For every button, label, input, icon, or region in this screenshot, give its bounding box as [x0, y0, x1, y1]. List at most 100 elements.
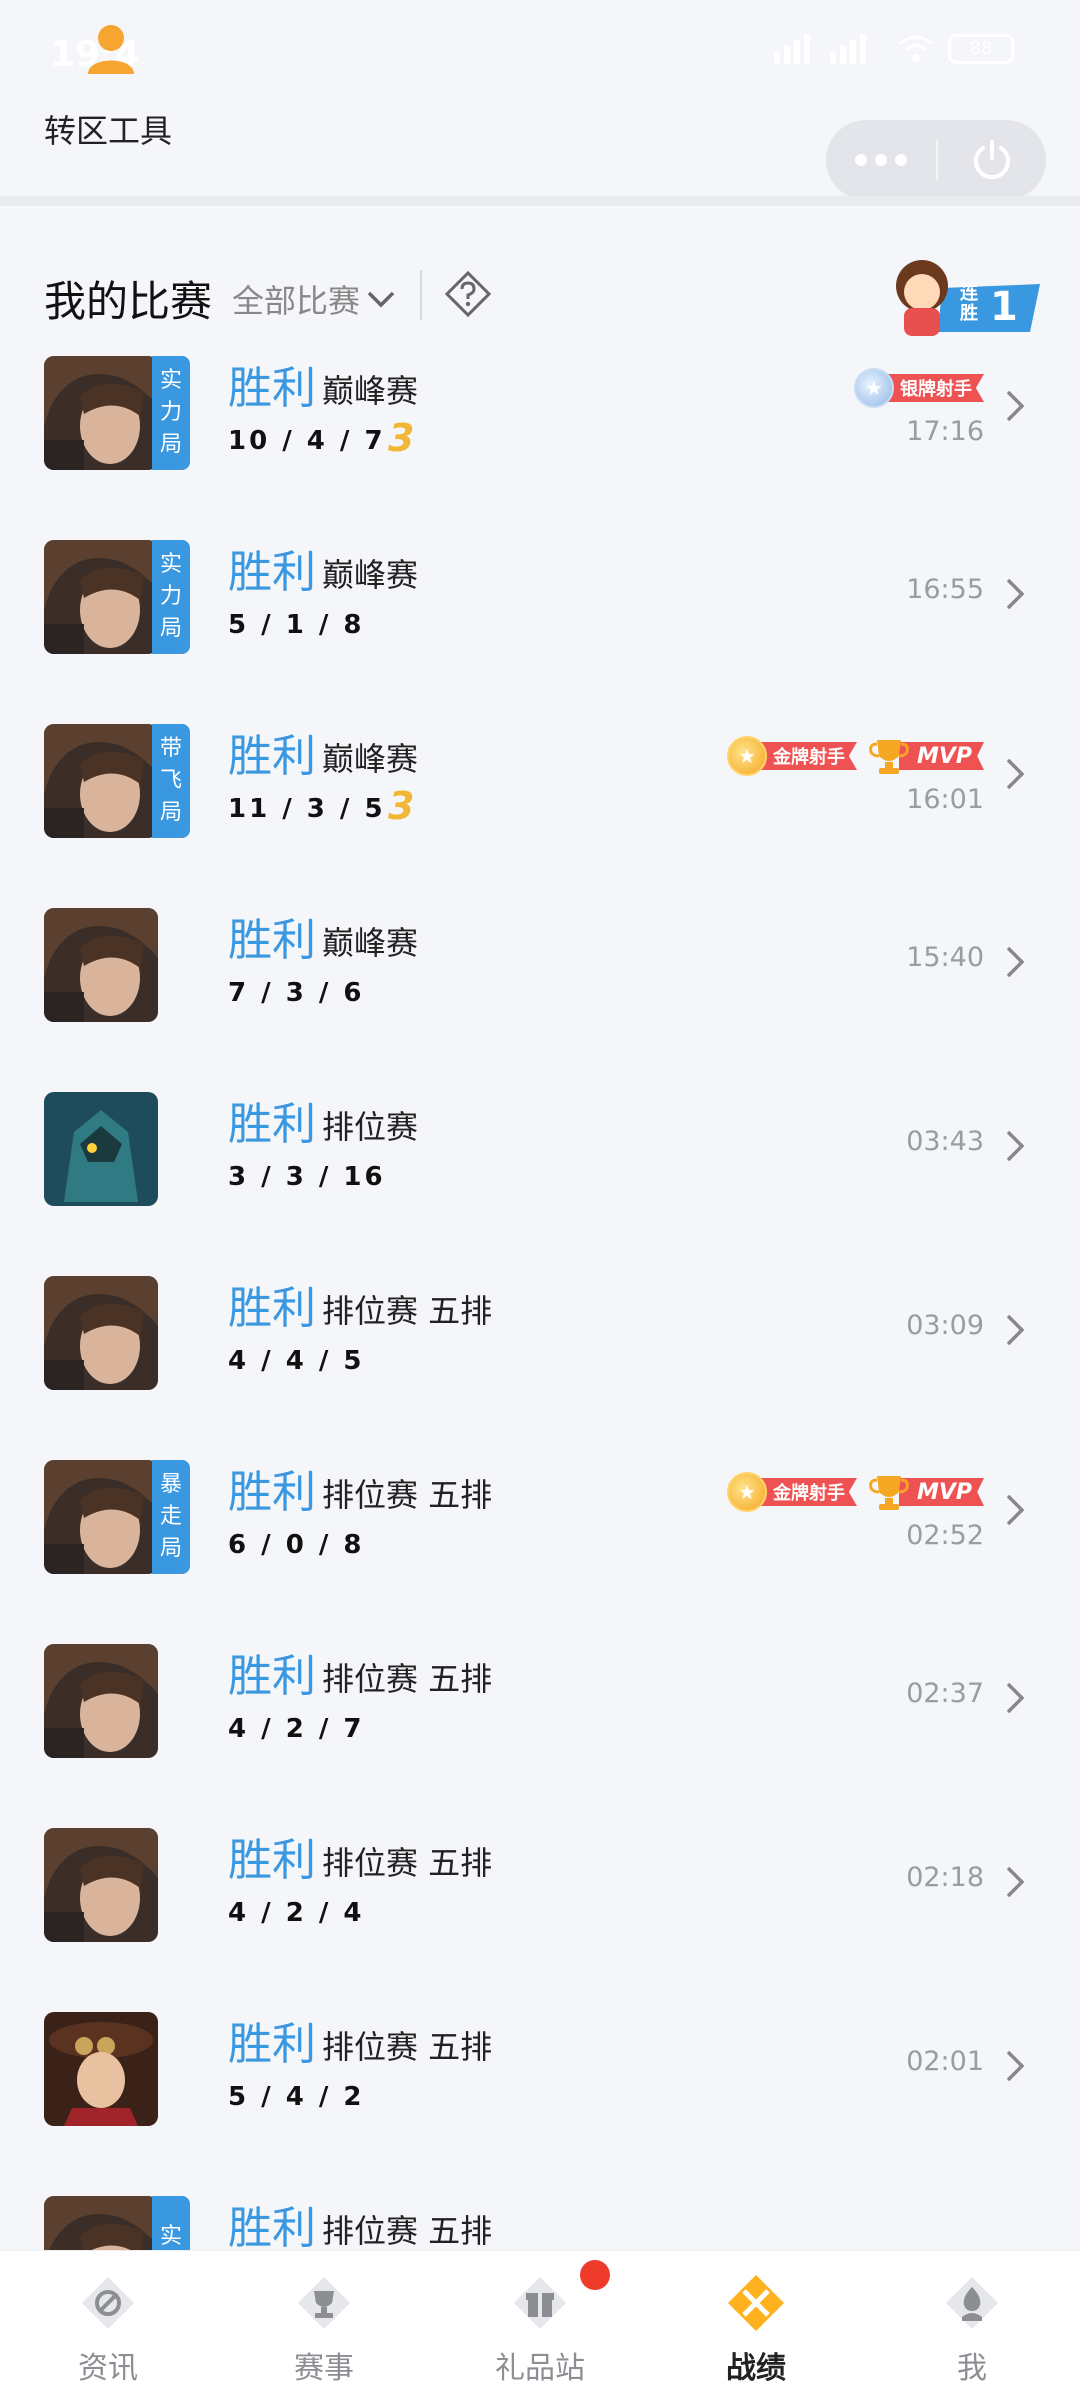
dot-icon [875, 154, 887, 166]
hero-avatar-icon [44, 1644, 158, 1758]
status-bar: 19:4 88 [0, 0, 1080, 100]
tab-profile[interactable]: 我 [864, 2251, 1080, 2400]
honor-badges: ★ 金牌射手 MVP [726, 736, 984, 776]
kda-stats: 4 / 4 / 5 [228, 1346, 365, 1376]
user-avatar-icon [88, 25, 134, 74]
hero-avatar [44, 540, 158, 654]
match-row[interactable]: 胜利 排位赛 五排 5 / 4 / 2 02:01 [0, 2006, 1080, 2190]
match-time: 02:01 [906, 2046, 984, 2077]
trophy-cup-icon [869, 1476, 909, 1510]
gold-medal-badge: ★ 金牌射手 [726, 1472, 857, 1512]
match-time: 15:40 [906, 942, 984, 973]
match-mode: 巅峰赛 [322, 924, 419, 962]
hero-avatar [44, 356, 158, 470]
hero-avatar [44, 724, 158, 838]
matches-header: 我的比赛 全部比赛 连胜 1 [0, 240, 1080, 350]
match-result: 胜利 [228, 915, 316, 966]
filter-label: 全部比赛 [232, 282, 361, 320]
tab-news[interactable]: 资讯 [0, 2251, 216, 2400]
match-result: 胜利 [228, 363, 316, 414]
medal-label: 银牌射手 [882, 374, 984, 402]
multikill-count: 3 [388, 784, 415, 828]
silver-medal-badge: ★ 银牌射手 [854, 368, 984, 408]
tag-char: 局 [159, 432, 182, 457]
tag-char: 带 [159, 736, 182, 761]
record-icon [728, 2275, 784, 2331]
tab-gift[interactable]: 礼品站 [432, 2251, 648, 2400]
mvp-badge: MVP [867, 736, 984, 776]
star-medal-icon: ★ [726, 1472, 767, 1512]
match-quality-tag: 带飞局 [152, 724, 190, 838]
tag-char: 暴 [159, 1472, 182, 1497]
help-icon[interactable] [444, 270, 492, 318]
tab-label: 我 [957, 2351, 987, 2386]
chevron-right-icon [1006, 1866, 1025, 1898]
match-time: 16:01 [906, 784, 984, 815]
section-title: 我的比赛 [44, 277, 213, 326]
match-result: 胜利 [228, 1651, 316, 1702]
tag-char: 力 [159, 400, 182, 425]
chevron-right-icon [1006, 390, 1025, 422]
mvp-label: MVP [898, 1478, 984, 1506]
match-mode: 巅峰赛 [322, 740, 419, 778]
multikill-count: 3 [388, 416, 415, 460]
mvp-badge: MVP [867, 1472, 984, 1512]
trophy-cup-icon [869, 740, 909, 774]
close-button[interactable] [938, 120, 1046, 200]
more-button[interactable] [826, 120, 936, 200]
gold-medal-badge: ★ 金牌射手 [726, 736, 857, 776]
match-row[interactable]: 实力局胜利 巅峰赛 10 / 4 / 7 3 ★ 银牌射手 17:16 [0, 350, 1080, 534]
win-streak-badge: 连胜 1 [880, 244, 1040, 340]
match-mode: 排位赛 五排 [322, 1476, 493, 1514]
match-time: 03:09 [906, 1310, 984, 1341]
match-result: 胜利 [228, 1099, 316, 1150]
hero-avatar [44, 1828, 158, 1942]
hero-avatar-icon [44, 724, 158, 838]
tab-label: 战绩 [726, 2351, 786, 2386]
signal-icon [774, 34, 866, 64]
hero-avatar [44, 1092, 158, 1206]
hero-avatar-icon [44, 1276, 158, 1390]
tab-trophy[interactable]: 赛事 [216, 2251, 432, 2400]
match-quality-tag: 实力局 [152, 356, 190, 470]
chevron-right-icon [1006, 1130, 1025, 1162]
profile-icon [946, 2277, 998, 2329]
match-row[interactable]: 胜利 排位赛 3 / 3 / 16 03:43 [0, 1086, 1080, 1270]
match-result: 胜利 [228, 1835, 316, 1886]
dot-icon [855, 154, 867, 166]
match-result: 胜利 [228, 2203, 316, 2254]
match-row[interactable]: 胜利 排位赛 五排 4 / 4 / 5 03:09 [0, 1270, 1080, 1454]
hero-avatar [44, 2012, 158, 2126]
match-result: 胜利 [228, 2019, 316, 2070]
dot-icon [895, 154, 907, 166]
match-result: 胜利 [228, 547, 316, 598]
hero-avatar-icon [44, 1092, 158, 1206]
chevron-right-icon [1006, 1314, 1025, 1346]
hero-avatar [44, 1644, 158, 1758]
match-row[interactable]: 带飞局胜利 巅峰赛 11 / 3 / 5 3 ★ 金牌射手 MVP 16:01 [0, 718, 1080, 902]
tag-char: 走 [159, 1504, 182, 1529]
trophy-icon [298, 2277, 350, 2329]
kda-stats: 4 / 2 / 7 [228, 1714, 365, 1744]
medal-label: 金牌射手 [754, 742, 857, 770]
chevron-right-icon [1006, 1494, 1025, 1526]
hero-avatar [44, 1276, 158, 1390]
match-mode: 排位赛 五排 [322, 2212, 493, 2250]
match-row[interactable]: 实力局胜利 巅峰赛 5 / 1 / 8 16:55 [0, 534, 1080, 718]
streak-label: 连胜 [960, 283, 978, 324]
medal-label: 金牌射手 [754, 1478, 857, 1506]
match-time: 16:55 [906, 574, 984, 605]
match-mode: 排位赛 五排 [322, 1292, 493, 1330]
match-row[interactable]: 胜利 巅峰赛 7 / 3 / 6 15:40 [0, 902, 1080, 1086]
match-row[interactable]: 胜利 排位赛 五排 4 / 2 / 7 02:37 [0, 1638, 1080, 1822]
match-row[interactable]: 胜利 排位赛 五排 4 / 2 / 4 02:18 [0, 1822, 1080, 2006]
notification-dot [580, 2260, 610, 2290]
match-row[interactable]: 暴走局胜利 排位赛 五排 6 / 0 / 8 ★ 金牌射手 MVP 02:52 [0, 1454, 1080, 1638]
tab-record[interactable]: 战绩 [648, 2251, 864, 2400]
mvp-label: MVP [898, 742, 984, 770]
tag-char: 局 [159, 1536, 182, 1561]
kda-stats: 10 / 4 / 7 [228, 426, 386, 456]
hero-avatar-icon [44, 908, 158, 1022]
hero-avatar-icon [44, 540, 158, 654]
match-filter-dropdown[interactable]: 全部比赛 [232, 276, 396, 322]
